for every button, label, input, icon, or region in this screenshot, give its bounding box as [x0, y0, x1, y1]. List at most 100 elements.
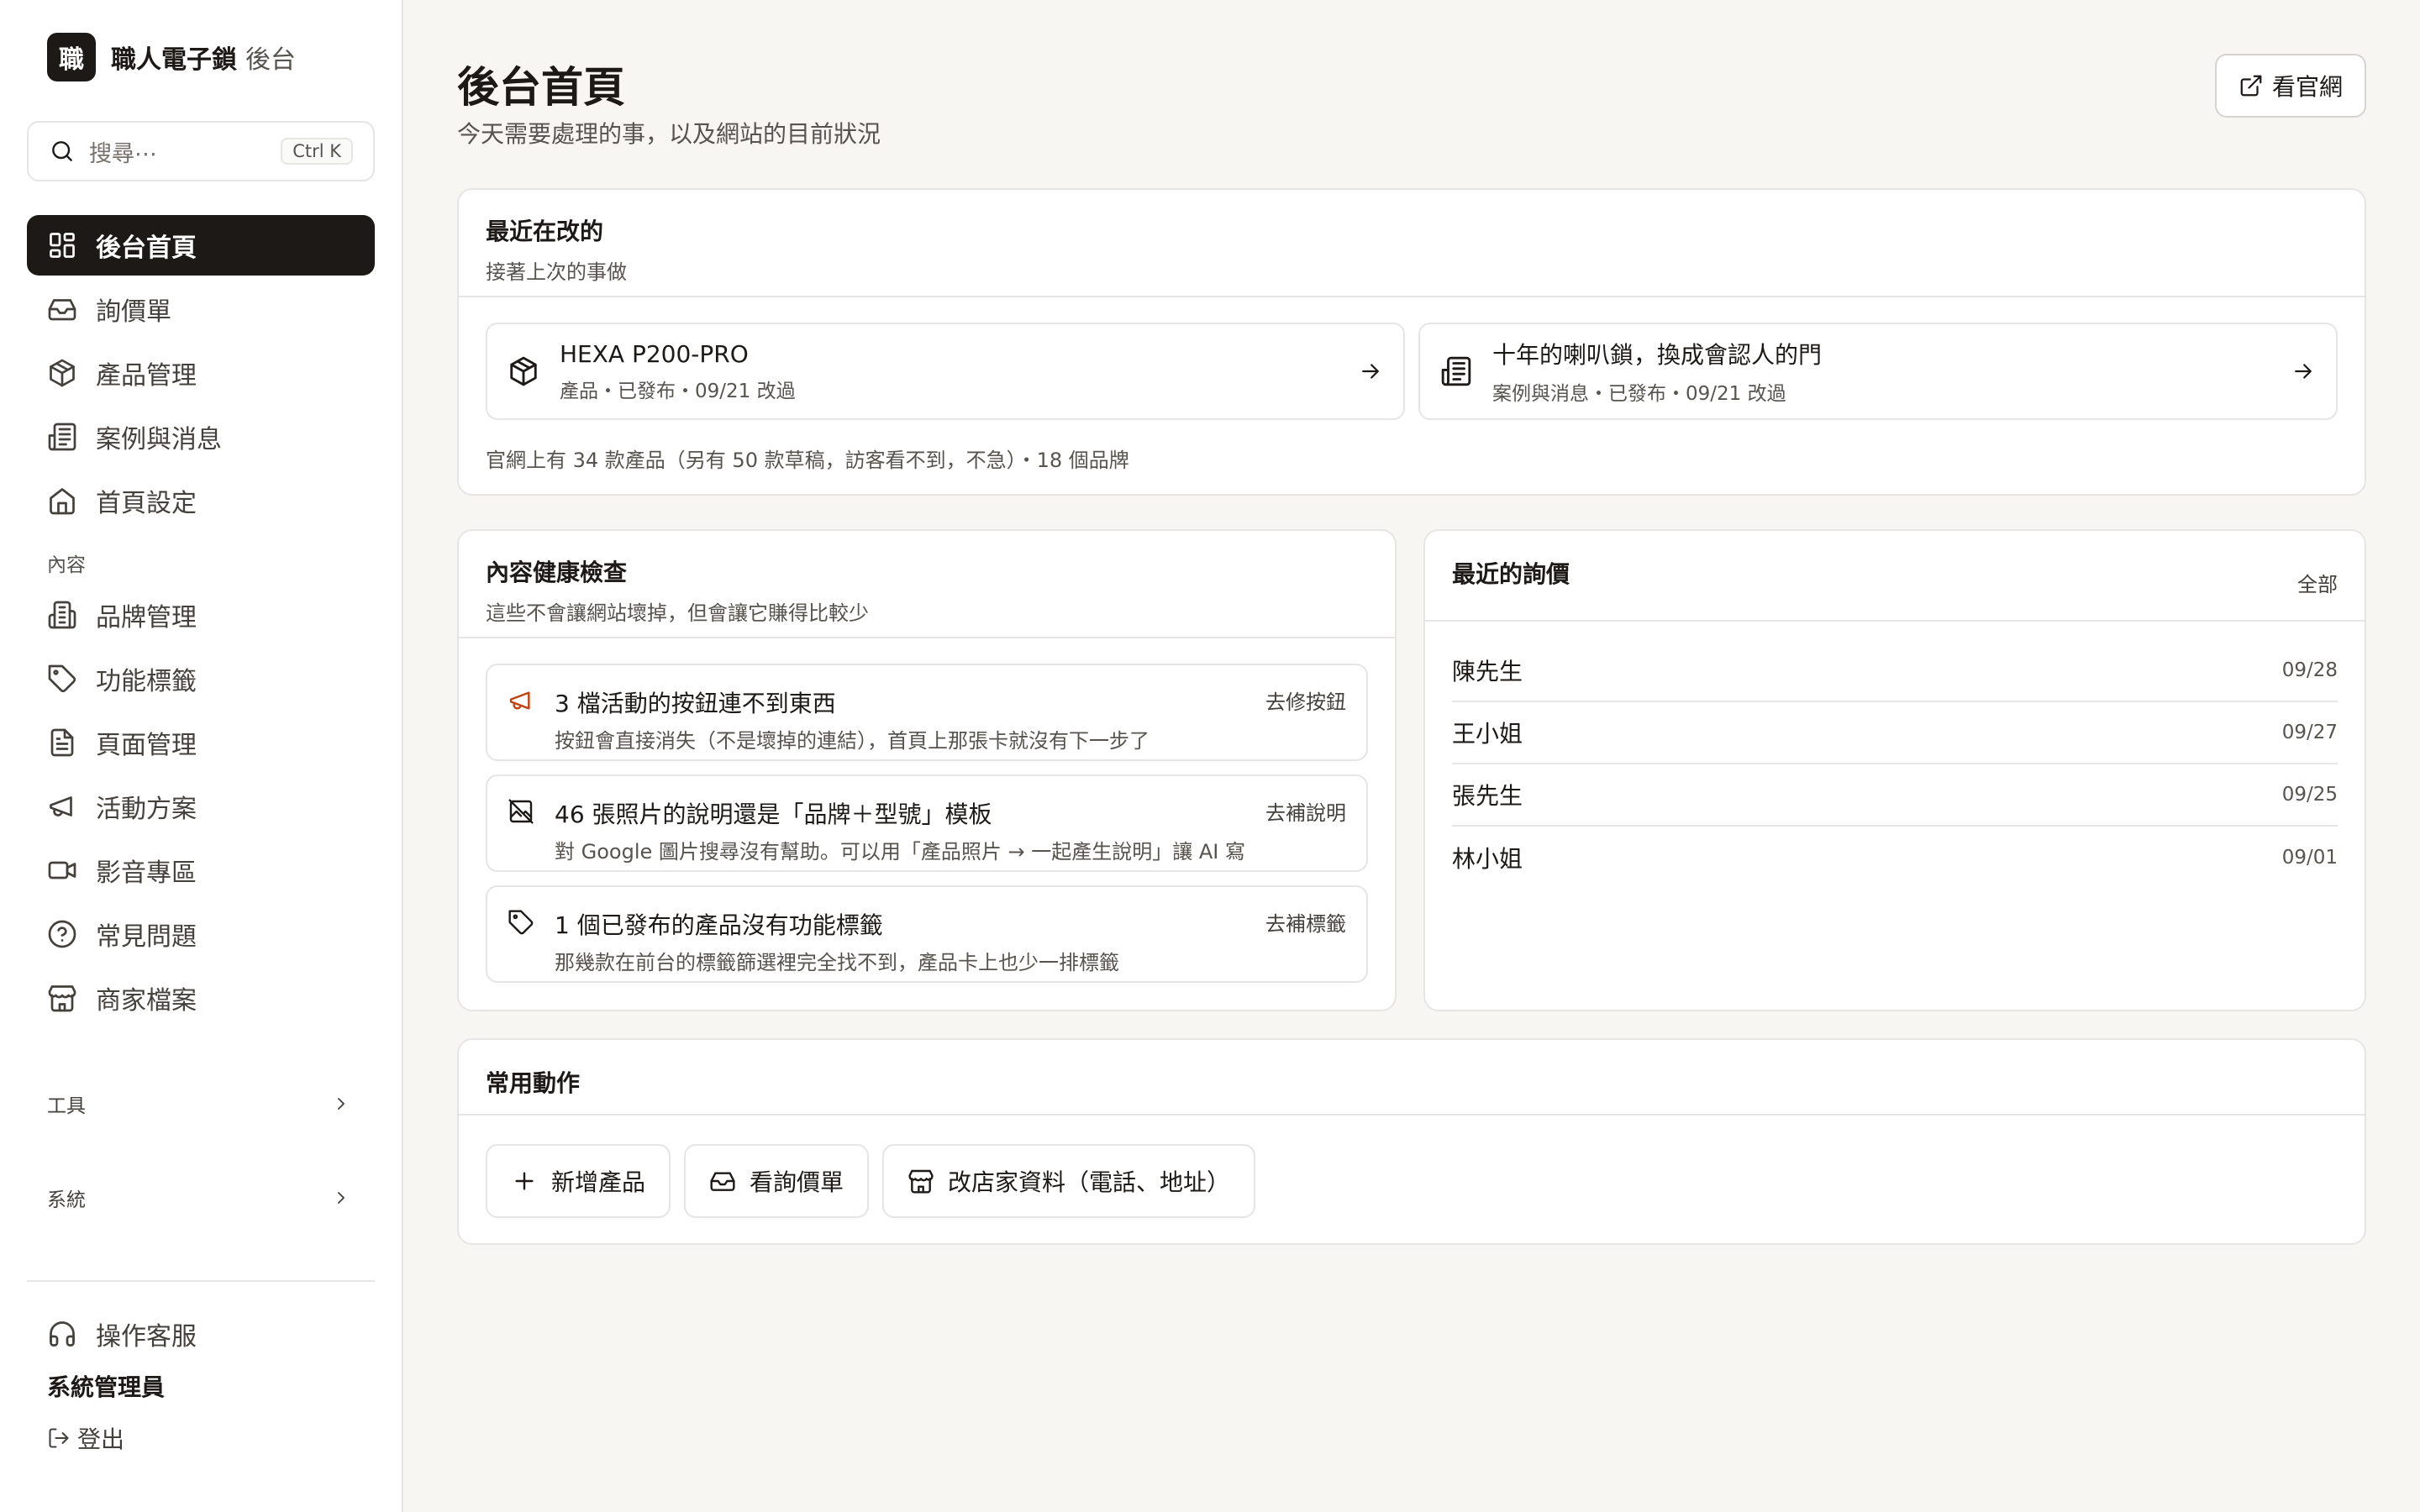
sidebar-item-label: 常見問題: [96, 922, 197, 952]
inquiry-date: 09/28: [2281, 659, 2338, 681]
sidebar-item-store-profile[interactable]: 商家檔案: [27, 968, 375, 1028]
logout-button[interactable]: 登出: [27, 1421, 375, 1455]
sidebar-item-inquiries[interactable]: 詢價單: [27, 279, 375, 339]
chevron-right-icon: [338, 1192, 345, 1204]
sidebar-section-tools[interactable]: 工具: [27, 1079, 375, 1129]
quick-actions-card: 常用動作 新增產品 看詢價單 改店家資料（電話、地址）: [457, 1038, 2366, 1245]
inquiry-row[interactable]: 王小姐 09/27: [1452, 702, 2338, 764]
fill-captions-link[interactable]: 去補說明: [1265, 796, 1346, 826]
sidebar-item-label: 影音專區: [96, 858, 197, 888]
main-nav: 後台首頁 詢價單 產品管理 案例與消息 首頁設定: [27, 215, 375, 531]
newspaper-icon: [1441, 356, 1471, 386]
visit-site-label: 看官網: [2271, 73, 2343, 101]
sidebar-item-dashboard[interactable]: 後台首頁: [27, 215, 375, 276]
recent-item-meta: 產品・已發布・09/21 改過: [560, 380, 796, 402]
sidebar-item-support[interactable]: 操作客服: [27, 1304, 375, 1364]
newspaper-icon: [48, 423, 76, 451]
recent-item[interactable]: HEXA P200-PRO 產品・已發布・09/21 改過: [486, 323, 1405, 420]
video-icon: [48, 861, 76, 879]
page-title: 後台首頁: [457, 63, 625, 112]
sidebar-item-faq[interactable]: 常見問題: [27, 904, 375, 964]
package-icon: [510, 356, 537, 386]
view-inquiries-button[interactable]: 看詢價單: [684, 1144, 870, 1218]
inquiry-row[interactable]: 陳先生 09/28: [1452, 640, 2338, 702]
add-product-button[interactable]: 新增產品: [486, 1144, 671, 1218]
inbox-icon: [48, 299, 76, 321]
page-subtitle: 今天需要處理的事，以及網站的目前狀況: [457, 120, 881, 148]
fix-buttons-link[interactable]: 去修按鈕: [1265, 685, 1346, 715]
sidebar-divider: [27, 1280, 375, 1282]
package-icon: [50, 359, 75, 387]
tag-icon: [48, 664, 76, 693]
sidebar-item-news[interactable]: 案例與消息: [27, 407, 375, 467]
image-off-icon: [508, 799, 534, 824]
health-item-description: 對 Google 圖片搜尋沒有幫助。可以用「產品照片 → 一起產生說明」讓 AI…: [555, 840, 1246, 864]
search-shortcut: Ctrl K: [281, 138, 353, 165]
card-description: 這些不會讓網站壞掉，但會讓它賺得比較少: [486, 601, 869, 625]
store-icon: [908, 1169, 934, 1194]
section-label-content: 內容: [47, 554, 86, 576]
inquiry-date: 09/27: [2281, 722, 2338, 743]
inquiry-date: 09/01: [2281, 847, 2338, 869]
card-title: 最近在改的: [486, 218, 604, 245]
recent-item-title: HEXA P200-PRO: [560, 339, 749, 368]
brand[interactable]: 職 職人電子鎖 後台: [47, 32, 375, 82]
sidebar-item-pages[interactable]: 頁面管理: [27, 712, 375, 773]
edit-store-info-button[interactable]: 改店家資料（電話、地址）: [882, 1144, 1256, 1218]
sidebar-item-label: 產品管理: [96, 361, 197, 391]
tag-icon: [508, 910, 534, 935]
megaphone-icon: [509, 691, 530, 710]
sidebar-item-campaigns[interactable]: 活動方案: [27, 776, 375, 837]
sidebar-item-brands[interactable]: 品牌管理: [27, 585, 375, 645]
brand-suffix: 後台: [245, 45, 296, 75]
button-label: 新增產品: [551, 1168, 646, 1196]
inquiry-row[interactable]: 林小姐 09/01: [1452, 827, 2338, 889]
sidebar-item-feature-tags[interactable]: 功能標籤: [27, 648, 375, 709]
sidebar: 職 職人電子鎖 後台 搜尋⋯ Ctrl K 後台首頁 詢價單 產品管理 案例與消…: [0, 0, 403, 1512]
content-health-card: 內容健康檢查 這些不會讓網站壞掉，但會讓它賺得比較少 3 檔活動的按鈕連不到東西…: [457, 529, 1397, 1011]
sidebar-item-products[interactable]: 產品管理: [27, 343, 375, 403]
health-item: 1 個已發布的產品沒有功能標籤 那幾款在前台的標籤篩選裡完全找不到，產品卡上也少…: [486, 885, 1368, 983]
building-icon: [48, 601, 76, 629]
health-item-description: 按鈕會直接消失（不是壞掉的連結），首頁上那張卡就沒有下一步了: [555, 729, 1150, 753]
inquiry-row[interactable]: 張先生 09/25: [1452, 764, 2338, 827]
sidebar-item-label: 操作客服: [96, 1322, 197, 1352]
sidebar-item-label: 後台首頁: [96, 234, 197, 263]
external-link-icon: [2240, 75, 2262, 97]
button-label: 看詢價單: [750, 1168, 844, 1196]
health-item-title: 1 個已發布的產品沒有功能標籤: [555, 911, 883, 939]
chevron-right-icon: [338, 1098, 345, 1110]
recent-item[interactable]: 十年的喇叭鎖，換成會認人的門 案例與消息・已發布・09/21 改過: [1418, 323, 2338, 420]
sidebar-item-videos[interactable]: 影音專區: [27, 840, 375, 900]
sidebar-item-label: 案例與消息: [96, 425, 222, 454]
inquiry-name: 張先生: [1452, 782, 1523, 810]
brand-logo: 職: [47, 33, 96, 81]
card-divider: [459, 637, 1395, 638]
fill-tags-link[interactable]: 去補標籤: [1265, 907, 1346, 937]
card-divider: [459, 1114, 2365, 1116]
megaphone-icon: [50, 796, 72, 816]
logout-label: 登出: [77, 1425, 125, 1453]
health-item: 3 檔活動的按鈕連不到東西 按鈕會直接消失（不是壞掉的連結），首頁上那張卡就沒有…: [486, 664, 1368, 761]
inquiry-name: 王小姐: [1452, 720, 1523, 748]
content-nav: 品牌管理 功能標籤 頁面管理 活動方案 影音專區 常見問題 商家檔案: [27, 585, 375, 1028]
sidebar-footer: 操作客服 系統管理員 登出: [27, 1280, 375, 1455]
view-all-link[interactable]: 全部: [2297, 568, 2338, 597]
card-divider: [459, 296, 2365, 297]
headphones-icon: [50, 1321, 75, 1347]
sidebar-item-label: 詢價單: [96, 297, 171, 327]
search-placeholder: 搜尋⋯: [89, 140, 157, 167]
button-label: 改店家資料（電話、地址）: [948, 1168, 1231, 1196]
help-circle-icon: [48, 920, 76, 948]
health-item-title: 46 張照片的說明還是「品牌＋型號」模板: [555, 801, 992, 828]
logout-icon: [49, 1428, 69, 1448]
dashboard-icon: [50, 233, 75, 258]
section-label-tools: 工具: [47, 1095, 86, 1117]
sidebar-section-system[interactable]: 系統: [27, 1173, 375, 1223]
recent-inquiries-card: 最近的詢價 全部 陳先生 09/28 王小姐 09/27 張先生 09/25 林…: [1423, 529, 2366, 1011]
visit-site-button[interactable]: 看官網: [2215, 54, 2366, 118]
inquiry-date: 09/25: [2281, 784, 2338, 806]
sidebar-item-label: 活動方案: [96, 795, 197, 824]
sidebar-item-homepage-settings[interactable]: 首頁設定: [27, 470, 375, 531]
search-input[interactable]: 搜尋⋯ Ctrl K: [27, 121, 375, 181]
